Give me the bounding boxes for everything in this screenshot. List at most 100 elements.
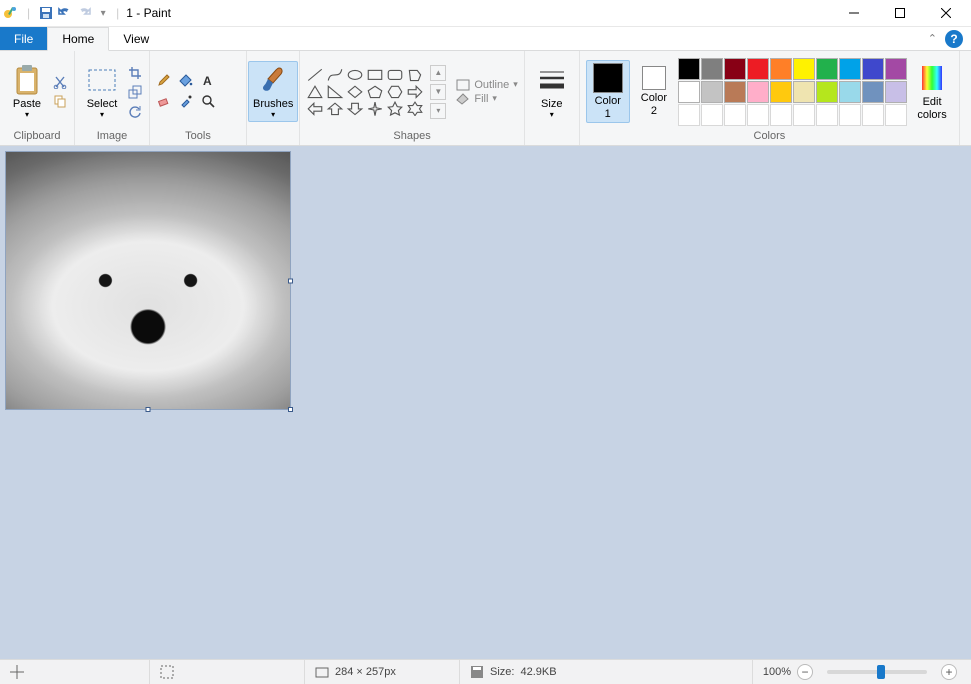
palette-swatch[interactable] (770, 81, 792, 103)
shape-triangle[interactable] (306, 84, 324, 100)
redo-button[interactable] (76, 5, 92, 21)
canvas[interactable] (6, 152, 290, 409)
color1-button[interactable]: Color 1 (586, 60, 630, 122)
tab-file[interactable]: File (0, 27, 47, 50)
palette-swatch[interactable] (885, 58, 907, 80)
palette-swatch[interactable] (724, 81, 746, 103)
palette-swatch-empty[interactable] (770, 104, 792, 126)
palette-swatch-empty[interactable] (701, 104, 723, 126)
shape-arrow-left[interactable] (306, 101, 324, 117)
palette-swatch[interactable] (862, 81, 884, 103)
cut-button[interactable] (52, 74, 68, 90)
fill-tool[interactable] (178, 72, 194, 88)
tab-view[interactable]: View (109, 27, 163, 50)
fill-button[interactable]: Fill▾ (456, 93, 517, 105)
group-shapes: ▲ ▼ ▾ Outline▾ Fill▾ Shapes (300, 51, 524, 145)
shape-star6[interactable] (406, 101, 424, 117)
magnifier-tool[interactable] (200, 93, 216, 109)
palette-swatch[interactable] (724, 58, 746, 80)
palette-swatch[interactable] (770, 58, 792, 80)
shape-star4[interactable] (366, 101, 384, 117)
shapes-more[interactable]: ▾ (430, 103, 446, 119)
shape-right-triangle[interactable] (326, 84, 344, 100)
maximize-button[interactable] (877, 0, 923, 27)
size-label: Size (541, 98, 562, 110)
shape-roundrect[interactable] (386, 67, 404, 83)
text-tool[interactable]: A (200, 72, 216, 88)
resize-handle-bottom[interactable] (146, 407, 151, 412)
shape-curve[interactable] (326, 67, 344, 83)
window-title: 1 - Paint (126, 6, 171, 20)
palette-swatch[interactable] (701, 81, 723, 103)
brushes-button[interactable]: Brushes ▾ (248, 61, 298, 122)
palette-swatch[interactable] (885, 81, 907, 103)
eyedropper-tool[interactable] (178, 93, 194, 109)
shape-polygon[interactable] (406, 67, 424, 83)
shapes-scroll-up[interactable]: ▲ (430, 65, 446, 81)
outline-button[interactable]: Outline▾ (456, 79, 517, 91)
shape-star5[interactable] (386, 101, 404, 117)
palette-swatch[interactable] (862, 58, 884, 80)
undo-button[interactable] (57, 5, 73, 21)
group-label-size (531, 129, 573, 144)
palette-swatch[interactable] (816, 81, 838, 103)
palette-swatch[interactable] (678, 58, 700, 80)
shape-diamond[interactable] (346, 84, 364, 100)
palette-swatch-empty[interactable] (816, 104, 838, 126)
crop-button[interactable] (127, 65, 143, 81)
palette-swatch[interactable] (701, 58, 723, 80)
color2-button[interactable]: Color 2 (634, 63, 674, 119)
resize-handle-right[interactable] (288, 278, 293, 283)
palette-swatch-empty[interactable] (678, 104, 700, 126)
eraser-tool[interactable] (156, 93, 172, 109)
palette-swatch[interactable] (793, 58, 815, 80)
canvas-area[interactable] (0, 146, 971, 659)
collapse-ribbon-button[interactable]: ⌃ (928, 32, 937, 45)
chevron-down-icon: ▾ (100, 110, 104, 119)
palette-swatch-empty[interactable] (839, 104, 861, 126)
palette-swatch-empty[interactable] (747, 104, 769, 126)
shape-hexagon[interactable] (386, 84, 404, 100)
tab-home[interactable]: Home (47, 27, 109, 51)
zoom-out-button[interactable]: − (797, 664, 813, 680)
shapes-scroll-down[interactable]: ▼ (430, 84, 446, 100)
shape-arrow-up[interactable] (326, 101, 344, 117)
fill-label: Fill (474, 93, 488, 105)
zoom-thumb[interactable] (877, 665, 885, 679)
close-button[interactable] (923, 0, 969, 27)
pencil-tool[interactable] (156, 72, 172, 88)
rotate-button[interactable] (127, 103, 143, 119)
palette-swatch-empty[interactable] (862, 104, 884, 126)
edit-colors-button[interactable]: Edit colors (911, 59, 953, 123)
palette-swatch[interactable] (678, 81, 700, 103)
size-button[interactable]: Size ▾ (531, 61, 573, 122)
save-button[interactable] (38, 5, 54, 21)
palette-swatch[interactable] (793, 81, 815, 103)
palette-swatch[interactable] (747, 81, 769, 103)
paste-button[interactable]: Paste ▾ (6, 61, 48, 122)
zoom-slider[interactable] (827, 670, 927, 674)
shapes-gallery[interactable] (306, 67, 424, 117)
palette-swatch[interactable] (816, 58, 838, 80)
shape-arrow-down[interactable] (346, 101, 364, 117)
palette-swatch-empty[interactable] (724, 104, 746, 126)
shape-oval[interactable] (346, 67, 364, 83)
palette-swatch-empty[interactable] (885, 104, 907, 126)
palette-swatch[interactable] (839, 81, 861, 103)
shape-pentagon[interactable] (366, 84, 384, 100)
shape-line[interactable] (306, 67, 324, 83)
help-button[interactable]: ? (945, 30, 963, 48)
qat-customize[interactable]: ▾ (95, 5, 111, 21)
minimize-button[interactable] (831, 0, 877, 27)
paint3d-button[interactable]: Edit with Paint 3D (966, 59, 971, 123)
zoom-in-button[interactable]: + (941, 664, 957, 680)
resize-button[interactable] (127, 84, 143, 100)
shape-arrow-right[interactable] (406, 84, 424, 100)
select-button[interactable]: Select ▾ (81, 61, 123, 122)
palette-swatch[interactable] (747, 58, 769, 80)
resize-handle-corner[interactable] (288, 407, 293, 412)
palette-swatch[interactable] (839, 58, 861, 80)
palette-swatch-empty[interactable] (793, 104, 815, 126)
shape-rect[interactable] (366, 67, 384, 83)
copy-button[interactable] (52, 93, 68, 109)
